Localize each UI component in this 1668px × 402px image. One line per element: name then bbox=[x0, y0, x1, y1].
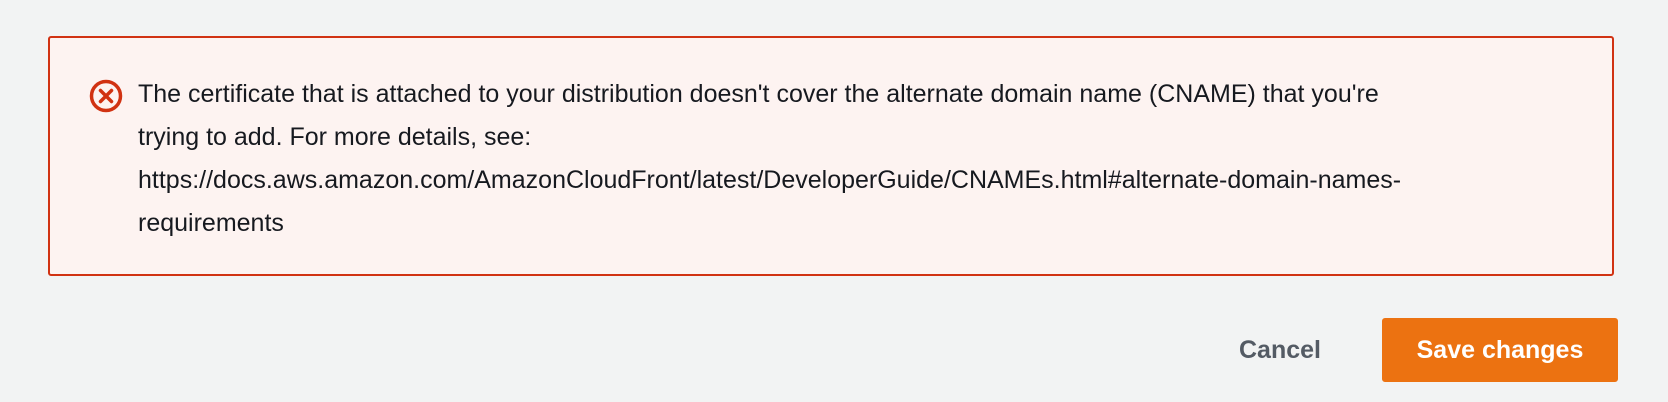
error-message-link: https://docs.aws.amazon.com/AmazonCloudF… bbox=[138, 166, 1402, 194]
save-changes-button[interactable]: Save changes bbox=[1382, 318, 1618, 382]
error-circle-x-icon bbox=[88, 78, 124, 114]
cancel-button[interactable]: Cancel bbox=[1214, 322, 1346, 378]
error-message-line: trying to add. For more details, see: bbox=[138, 123, 532, 151]
error-message-line: requirements bbox=[138, 209, 284, 237]
error-alert: The certificate that is attached to your… bbox=[48, 36, 1614, 276]
error-message-line: The certificate that is attached to your… bbox=[138, 80, 1379, 108]
error-message: The certificate that is attached to your… bbox=[138, 73, 1578, 245]
